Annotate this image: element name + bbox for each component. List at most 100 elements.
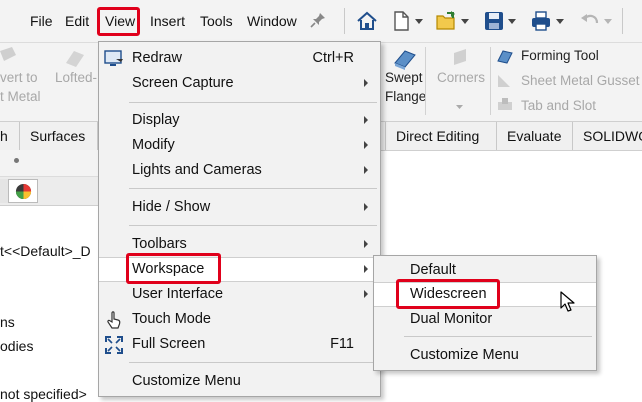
pane-header [0, 150, 98, 177]
pane-tabs [0, 177, 98, 206]
forming-tool-icon[interactable] [496, 47, 514, 65]
menu-separator [129, 188, 377, 189]
menubar: File Edit View Insert Tools Window [0, 0, 642, 42]
chevron-down-icon[interactable] [415, 19, 423, 24]
menu-separator [129, 225, 377, 226]
tree-item-solid-bodies[interactable]: odies [0, 338, 33, 354]
ghost-label: t Metal [0, 89, 41, 104]
chevron-down-icon[interactable] [461, 19, 469, 24]
tab-label: Surfaces [30, 128, 86, 144]
menu-label: Redraw [132, 50, 182, 66]
group-separator [490, 47, 491, 115]
menu-label: Default [410, 262, 456, 278]
menu-label: Full Screen [132, 336, 206, 352]
menu-window[interactable]: Window [247, 13, 297, 29]
chevron-down-icon[interactable] [508, 19, 516, 24]
home-icon[interactable] [355, 9, 379, 33]
save-icon[interactable] [482, 9, 506, 33]
print-icon[interactable] [529, 9, 553, 33]
widescreen-highlight-box [396, 279, 500, 309]
appearance-icon [15, 183, 32, 200]
undo-icon[interactable] [578, 9, 602, 33]
menu-label: Hide / Show [132, 199, 211, 215]
menu-label: Dual Monitor [410, 311, 493, 327]
submenu-arrow-icon [364, 265, 368, 273]
view-menu-display[interactable]: Display [99, 108, 380, 133]
redraw-icon [104, 50, 123, 66]
full-screen-icon [105, 336, 123, 354]
submenu-arrow-icon [364, 166, 368, 174]
view-menu-redraw[interactable]: Redraw Ctrl+R [99, 46, 380, 71]
swept-flange-label: Flange [385, 89, 427, 104]
chevron-down-icon[interactable] [456, 105, 463, 109]
workspace-submenu: Default Widescreen Dual Monitor Customiz… [373, 255, 597, 371]
dot-icon [14, 158, 19, 163]
tab-label: SOLIDWO [583, 128, 642, 144]
toolbar-separator [344, 8, 345, 34]
pin-icon[interactable] [309, 11, 327, 29]
tab-and-slot-label[interactable]: Tab and Slot [521, 98, 596, 113]
menu-label: Display [132, 112, 180, 128]
view-menu-screen-capture[interactable]: Screen Capture [99, 71, 380, 96]
tab-label: Evaluate [507, 128, 562, 144]
sheet-metal-gusset-label[interactable]: Sheet Metal Gusset [521, 73, 640, 88]
menu-label: Screen Capture [132, 75, 234, 91]
feature-manager-pane: t<<Default>_D ns odies not specified> [0, 150, 98, 402]
menu-file[interactable]: File [30, 13, 53, 29]
chevron-down-icon[interactable] [604, 19, 612, 24]
lofted-bend-icon[interactable] [64, 47, 86, 69]
tab-solidworks[interactable]: SOLIDWO [573, 122, 642, 150]
view-menu-touch-mode[interactable]: Touch Mode [99, 307, 380, 332]
tab-sketch[interactable]: h [0, 122, 20, 150]
menu-label: Touch Mode [132, 311, 211, 327]
tab-surfaces[interactable]: Surfaces [20, 122, 98, 150]
submenu-arrow-icon [364, 79, 368, 87]
menu-tools[interactable]: Tools [200, 13, 233, 29]
sheet-metal-gusset-icon[interactable] [496, 71, 514, 89]
view-menu-full-screen[interactable]: Full Screen F11 [99, 332, 380, 357]
menu-insert[interactable]: Insert [150, 13, 185, 29]
pane-tab-appearance[interactable] [8, 179, 38, 203]
touch-mode-icon [107, 311, 121, 329]
submenu-arrow-icon [364, 290, 368, 298]
tab-label: Direct Editing [396, 128, 480, 144]
tree-item-config[interactable]: t<<Default>_D [0, 243, 91, 259]
view-menu-customize-menu[interactable]: Customize Menu [99, 369, 380, 394]
chevron-down-icon[interactable] [556, 19, 564, 24]
view-menu-modify[interactable]: Modify [99, 133, 380, 158]
new-document-icon[interactable] [389, 9, 413, 33]
corners-icon[interactable] [450, 47, 470, 69]
menu-separator [404, 336, 592, 337]
menu-label: Modify [132, 137, 175, 153]
menu-separator [129, 362, 377, 363]
forming-tool-label[interactable]: Forming Tool [521, 48, 599, 63]
tab-evaluate[interactable]: Evaluate [497, 122, 573, 150]
view-menu: Redraw Ctrl+R Screen Capture Display Mod… [98, 41, 381, 397]
menu-label: Toolbars [132, 236, 187, 252]
menu-shortcut: F11 [330, 336, 354, 352]
menu-shortcut: Ctrl+R [312, 50, 355, 66]
view-menu-hide-show[interactable]: Hide / Show [99, 195, 380, 220]
submenu-arrow-icon [364, 240, 368, 248]
swept-flange-label: Swept [385, 70, 423, 85]
tab-direct-editing[interactable]: Direct Editing [385, 122, 497, 150]
menu-edit[interactable]: Edit [65, 13, 89, 29]
open-icon[interactable] [434, 9, 458, 33]
view-menu-lights-and-cameras[interactable]: Lights and Cameras [99, 158, 380, 183]
mouse-cursor-icon [560, 291, 575, 312]
lofted-bend-label: Lofted- [55, 70, 98, 85]
swept-flange-icon[interactable] [392, 47, 418, 71]
view-menu-user-interface[interactable]: User Interface [99, 282, 380, 307]
menu-separator [129, 102, 377, 103]
tree-item-annotations[interactable]: ns [0, 314, 15, 330]
toolbar-separator [622, 8, 623, 34]
workspace-highlight-box [126, 253, 221, 284]
menu-label: Lights and Cameras [132, 162, 262, 178]
group-separator [425, 47, 426, 115]
ghost-label: vert to [0, 70, 38, 85]
submenu-arrow-icon [364, 203, 368, 211]
convert-to-sheet-metal-icon[interactable] [0, 47, 18, 69]
menu-label: Customize Menu [132, 373, 241, 389]
workspace-customize-menu[interactable]: Customize Menu [374, 343, 596, 368]
tab-and-slot-icon[interactable] [496, 96, 514, 114]
